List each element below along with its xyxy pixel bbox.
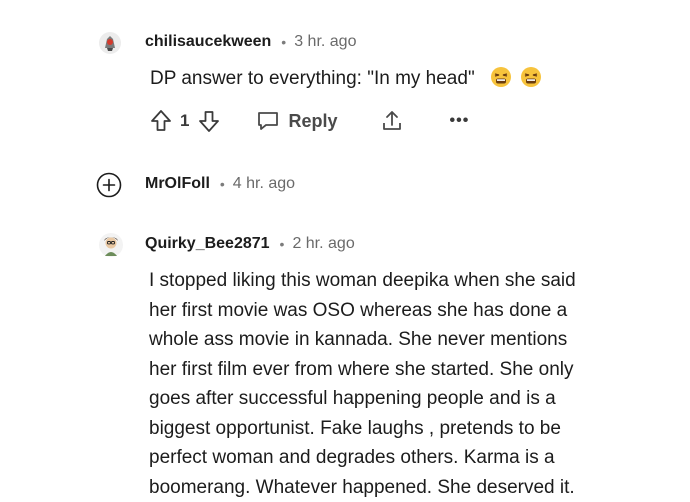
timestamp[interactable]: 4 hr. ago bbox=[233, 175, 295, 193]
comment-body: I stopped liking this woman deepika when… bbox=[149, 266, 576, 502]
comment-line: goes after successful happening people a… bbox=[149, 384, 576, 414]
comment-actions: 1 Reply ••• bbox=[150, 109, 469, 133]
comment-line: I stopped liking this woman deepika when… bbox=[149, 266, 576, 296]
comment-line: boomerang. Whatever happened. She deserv… bbox=[149, 473, 576, 502]
comment-bubble-icon bbox=[256, 110, 280, 132]
reply-button[interactable]: Reply bbox=[256, 110, 337, 132]
comment-text: DP answer to everything: "In my head" bbox=[150, 68, 475, 89]
comment-line: her first film ever from where she start… bbox=[149, 355, 576, 385]
comment-meta: chilisaucekween • 3 hr. ago bbox=[145, 33, 356, 51]
timestamp[interactable]: 2 hr. ago bbox=[292, 235, 354, 253]
comment-body: DP answer to everything: "In my head" bbox=[150, 64, 542, 94]
comment-meta: MrOlFoll • 4 hr. ago bbox=[145, 175, 295, 193]
comment-line: biggest opportunist. Fake laughs , prete… bbox=[149, 414, 576, 444]
avatar[interactable] bbox=[98, 232, 124, 258]
reply-label: Reply bbox=[288, 111, 337, 132]
comment-line: whole ass movie in kannada. She never me… bbox=[149, 325, 576, 355]
username[interactable]: MrOlFoll bbox=[145, 175, 210, 193]
timestamp[interactable]: 3 hr. ago bbox=[294, 33, 356, 51]
username[interactable]: chilisaucekween bbox=[145, 33, 271, 51]
separator-dot: • bbox=[220, 176, 225, 192]
plus-circle-icon bbox=[96, 172, 122, 198]
avatar[interactable] bbox=[97, 30, 123, 56]
tired-face-emoji bbox=[520, 66, 542, 88]
comment-line: her first movie was OSO whereas she has … bbox=[149, 296, 576, 326]
comment-line: perfect woman and degrades others. Karma… bbox=[149, 443, 576, 473]
more-options-button[interactable]: ••• bbox=[450, 112, 470, 130]
expand-thread-button[interactable] bbox=[96, 172, 122, 198]
comment-meta: Quirky_Bee2871 • 2 hr. ago bbox=[145, 235, 355, 253]
user-avatar-icon bbox=[98, 232, 124, 258]
downvote-arrow-icon[interactable] bbox=[198, 109, 220, 133]
separator-dot: • bbox=[280, 236, 285, 252]
separator-dot: • bbox=[281, 34, 286, 50]
upvote-arrow-icon[interactable] bbox=[150, 109, 172, 133]
share-button[interactable] bbox=[380, 109, 404, 133]
share-icon bbox=[380, 109, 404, 133]
user-avatar-icon bbox=[98, 31, 122, 55]
vote-count: 1 bbox=[180, 111, 189, 131]
tired-face-emoji bbox=[490, 66, 512, 88]
username[interactable]: Quirky_Bee2871 bbox=[145, 235, 270, 253]
